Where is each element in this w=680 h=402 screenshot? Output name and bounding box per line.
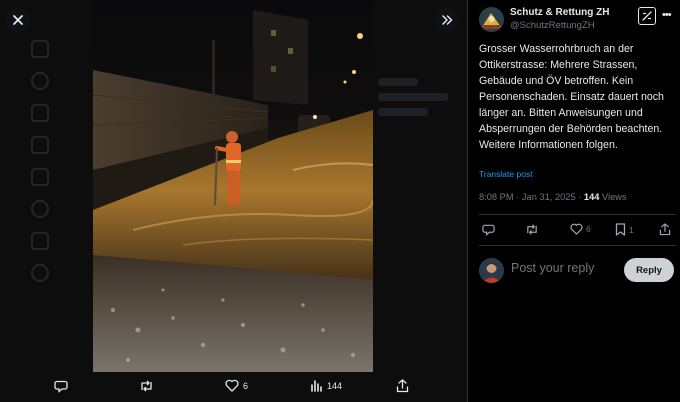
notifications-icon [31, 104, 49, 122]
bookmark-icon [615, 223, 626, 236]
views-icon [311, 380, 322, 392]
background-post-text [378, 78, 467, 123]
bookmark-button[interactable]: 1 [615, 223, 634, 236]
repost-icon [141, 380, 152, 392]
post-views-label: Views [599, 192, 627, 202]
more-dots-icon: ••• [662, 9, 672, 21]
media-viewer: 6 144 [0, 0, 467, 402]
post-author[interactable]: Schutz & Rettung ZH @SchutzRettungZH [479, 6, 609, 32]
repost-button[interactable] [525, 223, 542, 236]
background-sidebar [22, 40, 58, 282]
avatar[interactable] [479, 258, 504, 283]
like-icon [570, 223, 583, 235]
divider [479, 214, 676, 215]
reply-submit-button[interactable]: Reply [624, 258, 674, 282]
profile-icon [31, 232, 49, 250]
author-avatar-image [479, 6, 504, 32]
home-icon [31, 40, 49, 58]
author-handle[interactable]: @SchutzRettungZH [510, 19, 609, 32]
media-repost-button[interactable] [139, 379, 158, 393]
share-icon [396, 379, 409, 393]
media-share-button[interactable] [396, 379, 409, 393]
like-button[interactable]: 6 [570, 223, 591, 235]
expand-button[interactable] [435, 8, 459, 32]
post-photo[interactable] [93, 0, 373, 372]
divider [479, 245, 676, 246]
media-like-button[interactable]: 6 [225, 379, 248, 392]
reply-composer: Reply [479, 256, 676, 286]
translate-post-link[interactable]: Translate post [479, 169, 533, 179]
repost-icon [527, 224, 537, 235]
close-button[interactable] [6, 8, 30, 32]
reply-button[interactable] [482, 223, 498, 236]
post-meta: 8:08 PM · Jan 31, 2025 · 144 Views [479, 192, 627, 202]
media-views-count: 144 [327, 380, 343, 391]
share-button[interactable] [659, 223, 671, 236]
close-icon [13, 15, 23, 25]
engagement-bar: 6 1 [479, 221, 676, 241]
share-icon [659, 223, 671, 236]
explore-icon [31, 72, 49, 90]
media-views-button[interactable]: 144 [310, 379, 342, 392]
grok-icon [31, 168, 49, 186]
flooded-street-image [93, 0, 373, 372]
bookmark-count: 1 [629, 224, 634, 235]
grok-icon [642, 11, 652, 21]
reply-icon [54, 380, 68, 393]
more-icon [31, 264, 49, 282]
reply-icon [482, 224, 495, 236]
chevrons-right-icon [442, 15, 453, 25]
post-text: Grosser Wasserrohrbruch an der Ottikerst… [479, 43, 664, 151]
like-icon [225, 379, 239, 392]
post-panel: Schutz & Rettung ZH @SchutzRettungZH •••… [467, 0, 680, 402]
author-name[interactable]: Schutz & Rettung ZH [510, 6, 609, 19]
more-options-button[interactable]: ••• [662, 9, 672, 21]
messages-icon [31, 136, 49, 154]
grok-button[interactable] [638, 7, 656, 25]
communities-icon [31, 200, 49, 218]
avatar[interactable] [479, 6, 504, 32]
user-avatar-image [479, 258, 504, 283]
media-like-count: 6 [243, 380, 249, 391]
media-reply-button[interactable] [54, 379, 72, 393]
post-views-count: 144 [583, 192, 600, 202]
reply-input[interactable] [511, 261, 621, 275]
media-action-bar: 6 144 [0, 372, 467, 402]
post-timestamp[interactable]: 8:08 PM · Jan 31, 2025 · [479, 192, 584, 202]
like-count: 6 [586, 224, 591, 234]
